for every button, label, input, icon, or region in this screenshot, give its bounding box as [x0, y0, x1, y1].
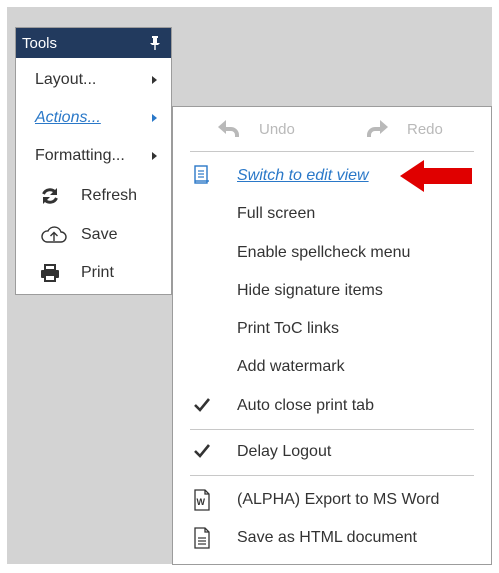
- undo-label: Undo: [259, 121, 295, 138]
- checkmark-icon: [193, 397, 211, 418]
- tools-menu: Tools Layout... Actions... Formatting...: [15, 27, 172, 295]
- tools-item-label: Formatting...: [35, 147, 125, 164]
- tools-item-save[interactable]: Save: [16, 218, 171, 252]
- add-watermark-item[interactable]: Add watermark: [173, 348, 491, 386]
- submenu-arrow-icon: [152, 76, 157, 84]
- actions-item-label: Print ToC links: [237, 320, 339, 337]
- document-icon: [193, 527, 211, 554]
- checkmark-icon: [193, 443, 211, 464]
- tools-menu-header: Tools: [16, 28, 171, 58]
- undo-icon: [217, 119, 241, 143]
- svg-text:W: W: [197, 497, 206, 507]
- export-to-ms-word-item[interactable]: W (ALPHA) Export to MS Word: [173, 481, 491, 519]
- tools-item-label: Refresh: [81, 187, 138, 204]
- tools-item-actions[interactable]: Actions...: [16, 101, 171, 135]
- save-as-html-item[interactable]: Save as HTML document: [173, 519, 491, 557]
- word-document-icon: W: [193, 489, 211, 516]
- tools-item-label: Save: [81, 226, 118, 243]
- divider: [190, 475, 474, 476]
- actions-item-label: Add watermark: [237, 358, 345, 375]
- actions-item-label: Enable spellcheck menu: [237, 244, 411, 261]
- cloud-upload-icon: [40, 225, 68, 250]
- redo-icon: [365, 119, 389, 143]
- divider: [190, 151, 474, 152]
- tools-item-label: Layout...: [35, 71, 97, 88]
- actions-submenu: Undo Redo Switch to edit view Full scree…: [172, 106, 492, 565]
- hide-signature-items-item[interactable]: Hide signature items: [173, 272, 491, 310]
- pin-icon[interactable]: [149, 35, 161, 56]
- actions-item-label: Hide signature items: [237, 282, 383, 299]
- tools-item-layout[interactable]: Layout...: [16, 63, 171, 97]
- delay-logout-item[interactable]: Delay Logout: [173, 433, 491, 471]
- redo-button[interactable]: Redo: [365, 119, 465, 139]
- actions-item-label: Switch to edit view: [237, 167, 369, 184]
- divider: [190, 429, 474, 430]
- switch-to-edit-view-item[interactable]: Switch to edit view: [173, 157, 491, 195]
- tools-item-print[interactable]: Print: [16, 256, 171, 290]
- full-screen-item[interactable]: Full screen: [173, 195, 491, 233]
- printer-icon: [40, 263, 60, 288]
- actions-item-label: Save as HTML document: [237, 529, 417, 546]
- red-arrow-annotation: [398, 157, 474, 200]
- redo-label: Redo: [407, 121, 443, 138]
- submenu-arrow-icon: [152, 114, 157, 122]
- tools-item-refresh[interactable]: Refresh: [16, 179, 171, 213]
- enable-spellcheck-item[interactable]: Enable spellcheck menu: [173, 234, 491, 272]
- edit-view-icon: [193, 165, 211, 190]
- undo-redo-row: Undo Redo: [173, 107, 491, 151]
- tools-item-label: Actions...: [35, 109, 101, 126]
- submenu-arrow-icon: [152, 152, 157, 160]
- refresh-icon: [40, 186, 60, 211]
- actions-item-label: Delay Logout: [237, 443, 332, 460]
- actions-item-label: (ALPHA) Export to MS Word: [237, 491, 440, 508]
- actions-item-label: Auto close print tab: [237, 397, 374, 414]
- tools-item-label: Print: [81, 264, 114, 281]
- actions-item-label: Full screen: [237, 205, 316, 222]
- auto-close-print-tab-item[interactable]: Auto close print tab: [173, 387, 491, 425]
- tools-item-formatting[interactable]: Formatting...: [16, 139, 171, 173]
- print-toc-links-item[interactable]: Print ToC links: [173, 310, 491, 348]
- undo-button[interactable]: Undo: [217, 119, 317, 139]
- tools-menu-title: Tools: [22, 35, 58, 52]
